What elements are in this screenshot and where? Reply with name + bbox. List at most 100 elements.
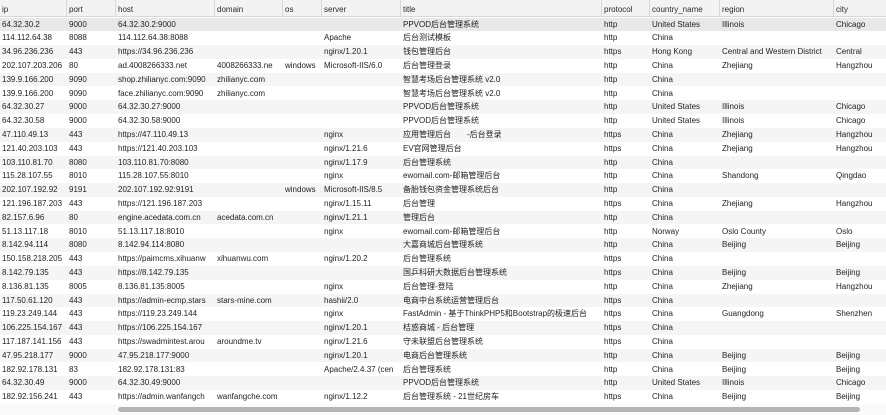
table-row[interactable]: 114.112.64.38 8088 114.112.64.38:8088 Apach… (0, 31, 886, 45)
cell-port: 9000 (69, 19, 87, 29)
table-row[interactable]: 202.107.192.92 9191 202.107.192.92:9191 win… (0, 183, 886, 197)
cell-server: Apache (324, 33, 352, 43)
table-row[interactable]: 51.13.117.18 8010 51.13.117.18:8010 nginx ew… (0, 225, 886, 239)
cell-city: Hangzhou (836, 143, 873, 153)
cell-region (720, 73, 833, 87)
cell-ip: 64.32.30.58 (2, 116, 45, 126)
cell-title: 钱包管理后台 (403, 47, 451, 57)
table-row[interactable]: 121.196.187.203 443 https://121.196.187.20… (0, 197, 886, 211)
column-divider[interactable] (400, 0, 401, 16)
cell-host: 64.32.30.27:9000 (118, 102, 181, 112)
table-row[interactable]: 106.225.154.167 443 https://106.225.154.16… (0, 321, 886, 335)
table-row[interactable]: 82.157.6.96 80 engine.acedata.com.cn acedat… (0, 210, 886, 225)
column-header-os[interactable]: os (283, 0, 321, 16)
table-row[interactable]: 8.142.79.135 443 https://8.142.79.135 国乒科研大… (0, 265, 886, 280)
cell-ip: 64.32.30.2 (2, 19, 40, 29)
column-header-host[interactable]: host (116, 0, 214, 16)
table-row[interactable]: 8.136.81.135 8005 8.136.81.135:8005 nginx 后台… (0, 280, 886, 294)
table-row[interactable]: 103.110.81.70 8080 103.110.81.70:8080 nginx… (0, 155, 886, 170)
cell-country-name: United States (652, 19, 701, 29)
cell-title: ewomail.com-邮箱管理后台 (403, 171, 501, 181)
column-divider[interactable] (282, 0, 283, 16)
table-row[interactable]: 182.92.178.131 83 182.92.178.131:83 Apache/… (0, 363, 886, 377)
table-row[interactable]: 47.95.218.177 9000 47.95.218.177:9000 nginx… (0, 348, 886, 363)
scrollbar-thumb[interactable] (118, 407, 860, 412)
cell-city (834, 252, 886, 266)
cell-os (283, 100, 321, 114)
cell-country-name: China (652, 33, 673, 43)
cell-server (322, 18, 400, 32)
cell-domain (215, 238, 282, 252)
cell-ip: 8.142.79.135 (2, 267, 49, 277)
column-header-city[interactable]: city (834, 0, 886, 16)
table-row[interactable]: 117.187.141.156 443 https://swadmintest.ar… (0, 335, 886, 349)
column-divider[interactable] (601, 0, 602, 16)
column-divider[interactable] (214, 0, 215, 16)
column-header-protocol[interactable]: protocol (602, 0, 649, 16)
cell-port: 9191 (69, 185, 87, 195)
table-row[interactable]: 117.50.61.120 443 https://admin-ecmp.stars… (0, 293, 886, 308)
cell-domain (215, 169, 282, 183)
cell-os (283, 156, 321, 170)
column-header-country-name[interactable]: country_name (650, 0, 719, 16)
cell-country-name: United States (652, 378, 701, 388)
table-row[interactable]: 64.32.30.58 9000 64.32.30.58:9000 PPVOD后台管理… (0, 114, 886, 128)
table-row[interactable]: 182.92.156.241 443 https://admin.wanfangch… (0, 390, 886, 404)
table-row[interactable]: 34.96.236.236 443 https://34.96.236.236 ngi… (0, 45, 886, 59)
cell-os (283, 142, 321, 156)
cell-region (720, 87, 833, 101)
cell-protocol: https (604, 336, 622, 346)
column-divider[interactable] (719, 0, 720, 16)
column-divider[interactable] (66, 0, 67, 16)
horizontal-scrollbar[interactable] (0, 404, 886, 415)
cell-os (283, 266, 321, 280)
column-header-port[interactable]: port (67, 0, 115, 16)
table-row[interactable]: 115.28.107.55 8010 115.28.107.55:8010 nginx… (0, 169, 886, 183)
table-row[interactable]: 202.107.203.206 80 ad.4008266333.net 400826… (0, 59, 886, 73)
cell-port: 8005 (69, 281, 87, 291)
cell-protocol: http (604, 226, 618, 236)
table-row[interactable]: 64.32.30.49 9000 64.32.30.49:9000 PPVOD后台管理… (0, 376, 886, 391)
cell-country-name: China (652, 212, 673, 222)
column-divider[interactable] (833, 0, 834, 16)
cell-host: 182.92.178.131:83 (118, 364, 185, 374)
cell-region: Beijing (722, 392, 747, 402)
column-divider[interactable] (115, 0, 116, 16)
cell-protocol: http (604, 157, 618, 167)
table-row[interactable]: 47.110.49.13 443 https://47.110.49.13 nginx… (0, 127, 886, 142)
cell-server (322, 266, 400, 280)
column-header-domain[interactable]: domain (215, 0, 282, 16)
table-row[interactable]: 8.142.94.114 8080 8.142.94.114:8080 大嘉商城后台管… (0, 238, 886, 253)
column-divider[interactable] (649, 0, 650, 16)
cell-protocol: https (604, 254, 622, 264)
cell-city: Beijing (836, 350, 861, 360)
table-row[interactable]: 121.40.203.103 443 https://121.40.203.103 n… (0, 142, 886, 156)
cell-host: https://121.40.203.103 (118, 143, 198, 153)
table-row[interactable]: 150.158.218.205 443 https://paimcms.xihuan… (0, 252, 886, 266)
cell-host: 64.32.30.49:9000 (118, 378, 181, 388)
cell-protocol: http (604, 102, 618, 112)
column-header-server[interactable]: server (322, 0, 400, 16)
cell-domain (215, 197, 282, 211)
table-row[interactable]: 139.9.166.200 9090 face.zhilianyc.com:9090… (0, 87, 886, 101)
cell-domain (215, 321, 282, 335)
table-row[interactable]: 139.9.166.200 9090 shop.zhilianyc.com:9090… (0, 72, 886, 87)
cell-region: Beijing (722, 240, 747, 250)
cell-server: nginx/1.20.1 (324, 323, 368, 333)
column-header-title[interactable]: title (401, 0, 601, 16)
cell-server: nginx/1.20.1 (324, 47, 368, 57)
cell-host: shop.zhilianyc.com:9090 (118, 74, 206, 84)
column-header-ip[interactable]: ip (0, 0, 66, 16)
table-row[interactable]: 64.32.30.2 9000 64.32.30.2:9000 PPVOD后台管理系统… (0, 17, 886, 32)
cell-region: Guangdong (722, 309, 764, 319)
cell-domain (215, 142, 282, 156)
cell-host: https://8.142.79.135 (118, 267, 189, 277)
cell-region: Oslo County (722, 226, 767, 236)
table-row[interactable]: 119.23.249.144 443 https://119.23.249.144 n… (0, 307, 886, 321)
cell-ip: 119.23.249.144 (2, 309, 58, 319)
column-header-region[interactable]: region (720, 0, 833, 16)
cell-city: Hangzhou (836, 198, 873, 208)
table-row[interactable]: 64.32.30.27 9000 64.32.30.27:9000 PPVOD后台管理… (0, 100, 886, 115)
cell-country-name: China (652, 336, 673, 346)
column-divider[interactable] (321, 0, 322, 16)
